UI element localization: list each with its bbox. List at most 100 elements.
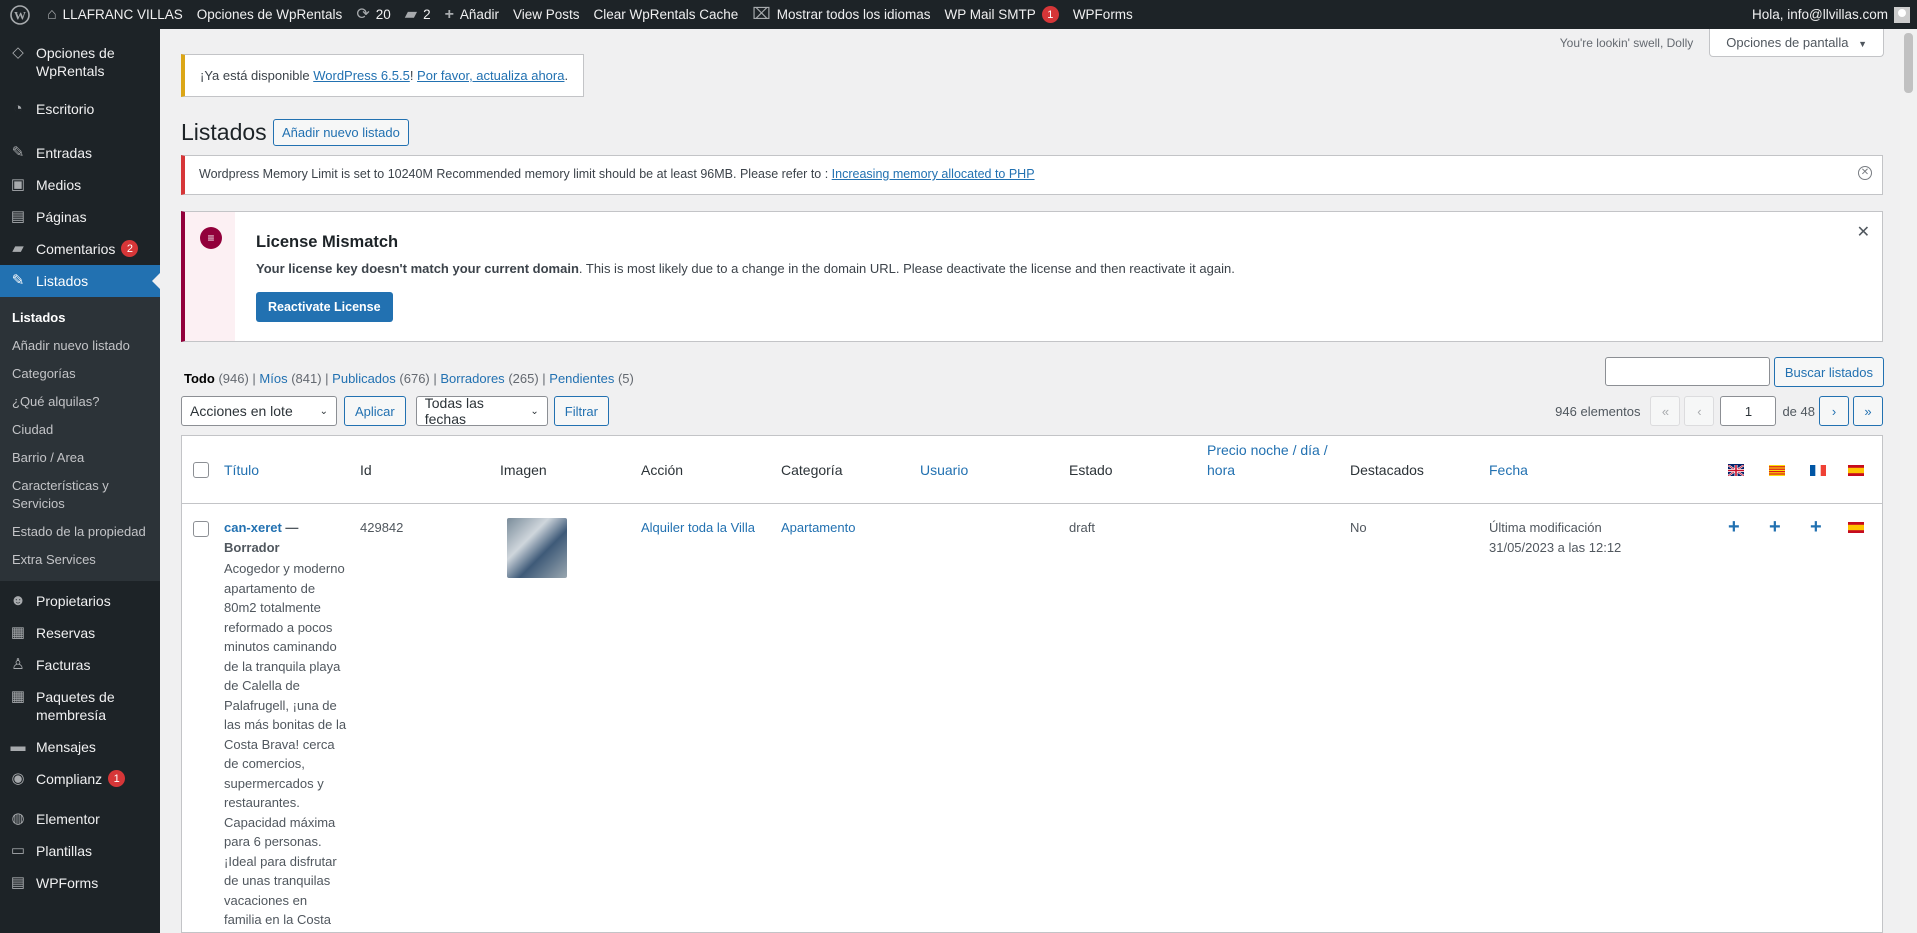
col-user[interactable]: Usuario xyxy=(920,460,968,480)
listing-id: 429842 xyxy=(360,520,404,535)
flag-ca-icon xyxy=(1769,464,1785,476)
screen-options-button[interactable]: Opciones de pantalla ▼ xyxy=(1709,29,1884,57)
menu-packages[interactable]: ▦ Paquetes de membresía xyxy=(0,681,160,731)
memory-link[interactable]: Increasing memory allocated to PHP xyxy=(832,167,1035,181)
bulk-actions-select[interactable]: Acciones en lote ⌄ xyxy=(181,396,337,426)
apply-button[interactable]: Aplicar xyxy=(344,396,406,426)
complianz-icon: ◉ xyxy=(11,770,25,787)
table-header: Título Id Imagen Acción Categoría Usuari… xyxy=(182,436,1882,504)
messages-icon: ▬ xyxy=(10,738,26,755)
search-input[interactable] xyxy=(1604,357,1770,386)
submenu-what-rent[interactable]: ¿Qué alquilas? xyxy=(0,388,160,416)
menu-invoices[interactable]: ♙ Facturas xyxy=(0,649,160,681)
filter-mine[interactable]: Míos xyxy=(259,371,287,386)
listing-description: Acogedor y moderno apartamento de 80m2 t… xyxy=(224,561,347,927)
select-all-checkbox[interactable] xyxy=(193,462,209,478)
flag-en-icon xyxy=(1727,464,1745,477)
view-posts-link[interactable]: View Posts xyxy=(506,0,587,29)
languages-menu[interactable]: ⌧ Mostrar todos los idiomas xyxy=(745,0,937,29)
last-page-button[interactable]: » xyxy=(1853,396,1883,426)
col-id: Id xyxy=(360,462,372,478)
menu-pages[interactable]: ▤ Páginas xyxy=(0,201,160,233)
submenu-features[interactable]: Características y Servicios xyxy=(0,472,160,518)
add-translation-fr-icon[interactable]: + xyxy=(1810,517,1822,537)
submenu-property-status[interactable]: Estado de la propiedad xyxy=(0,518,160,546)
folder-icon: ▭ xyxy=(10,842,26,859)
menu-comments[interactable]: ▰ Comentarios 2 xyxy=(0,233,160,265)
menu-messages[interactable]: ▬ Mensajes xyxy=(0,731,160,763)
submenu-city[interactable]: Ciudad xyxy=(0,416,160,444)
listing-title-link[interactable]: can-xeret xyxy=(224,520,282,535)
add-new-listing-button[interactable]: Añadir nuevo listado xyxy=(273,119,409,146)
menu-bookings[interactable]: ▦ Reservas xyxy=(0,617,160,649)
menu-media[interactable]: ▣ Medios xyxy=(0,169,160,201)
add-translation-en-icon[interactable]: + xyxy=(1728,517,1740,537)
add-translation-ca-icon[interactable]: + xyxy=(1769,517,1781,537)
updates-menu[interactable]: ⟳ 20 xyxy=(349,0,397,29)
account-menu[interactable]: Hola, info@llvillas.com xyxy=(1745,0,1917,29)
media-icon: ▣ xyxy=(10,176,26,193)
row-checkbox[interactable] xyxy=(193,521,209,537)
listing-featured: No xyxy=(1350,520,1367,535)
site-name-menu[interactable]: ⌂ LLAFRANC VILLAS xyxy=(40,0,190,29)
listing-thumbnail[interactable] xyxy=(507,518,567,578)
menu-templates[interactable]: ▭ Plantillas xyxy=(0,835,160,867)
submenu-add-new[interactable]: Añadir nuevo listado xyxy=(0,332,160,360)
dismiss-icon[interactable]: ✕ xyxy=(1858,166,1872,180)
menu-owners[interactable]: ☻ Propietarios xyxy=(0,585,160,617)
submenu-extra-services[interactable]: Extra Services xyxy=(0,546,160,574)
pages-icon: ▤ xyxy=(10,208,26,225)
updates-icon: ⟳ xyxy=(356,5,370,23)
menu-posts[interactable]: ✎ Entradas xyxy=(0,137,160,169)
reactivate-license-button[interactable]: Reactivate License xyxy=(256,292,393,322)
col-date[interactable]: Fecha xyxy=(1489,460,1528,480)
close-icon[interactable]: ✕ xyxy=(1857,222,1870,242)
update-notice: ¡Ya está disponible WordPress 6.5.5! Por… xyxy=(181,54,585,97)
add-new-menu[interactable]: + Añadir xyxy=(438,0,506,29)
license-title: License Mismatch xyxy=(256,233,399,251)
search-box: Buscar listados xyxy=(1604,357,1884,387)
submenu-listings[interactable]: Listados xyxy=(0,304,160,332)
listing-category-link[interactable]: Apartamento xyxy=(781,518,855,538)
main-content: You're lookin' swell, Dolly Opciones de … xyxy=(160,29,1917,933)
license-notice: ≡ License Mismatch Your license key does… xyxy=(181,211,1883,342)
submenu-area[interactable]: Barrio / Area xyxy=(0,444,160,472)
listing-action-link[interactable]: Alquiler toda la Villa xyxy=(641,518,755,538)
current-page-input[interactable]: 1 xyxy=(1720,396,1777,426)
filter-pending[interactable]: Pendientes xyxy=(549,371,614,386)
wordpress-logo-icon[interactable]: W xyxy=(0,0,40,29)
filter-button[interactable]: Filtrar xyxy=(553,396,609,426)
submenu-categories[interactable]: Categorías xyxy=(0,360,160,388)
col-action: Acción xyxy=(641,462,684,478)
col-title[interactable]: Título xyxy=(224,460,259,480)
menu-dashboard[interactable]: ◔ Escritorio xyxy=(0,93,160,125)
wordpress-version-link[interactable]: WordPress 6.5.5 xyxy=(313,68,410,83)
calendar-icon: ▦ xyxy=(10,624,26,641)
admin-bar: W ⌂ LLAFRANC VILLAS Opciones de WpRentals… xyxy=(0,0,1917,29)
filter-published[interactable]: Publicados xyxy=(332,371,396,386)
update-now-link[interactable]: Por favor, actualiza ahora xyxy=(417,68,564,83)
wpforms-menu[interactable]: WPForms xyxy=(1066,0,1140,29)
menu-wprentals-options[interactable]: ◇ Opciones de WpRentals xyxy=(0,37,160,87)
next-page-button[interactable]: › xyxy=(1819,396,1849,426)
menu-listings[interactable]: ✎ Listados xyxy=(0,265,160,297)
license-message: Your license key doesn't match your curr… xyxy=(256,261,1235,276)
page-scrollbar[interactable] xyxy=(1900,29,1917,933)
wp-mail-smtp-menu[interactable]: WP Mail SMTP 1 xyxy=(938,0,1066,29)
filter-all[interactable]: Todo xyxy=(184,371,215,386)
translate-icon: ⌧ xyxy=(752,5,771,23)
col-price[interactable]: Precio noche / día / hora xyxy=(1207,440,1337,480)
menu-elementor[interactable]: ◍ Elementor xyxy=(0,803,160,835)
search-listings-button[interactable]: Buscar listados xyxy=(1773,357,1884,387)
dates-select[interactable]: Todas las fechas ⌄ xyxy=(415,395,548,427)
scrollbar-thumb[interactable] xyxy=(1904,33,1913,93)
wprentals-options-menu[interactable]: Opciones de WpRentals xyxy=(190,0,350,29)
users-icon: ☻ xyxy=(10,592,26,609)
clear-cache-link[interactable]: Clear WpRentals Cache xyxy=(586,0,745,29)
flag-es-icon[interactable] xyxy=(1848,521,1864,533)
menu-wpforms[interactable]: ▤ WPForms xyxy=(0,867,160,899)
comments-menu[interactable]: ▰ 2 xyxy=(398,0,438,29)
comments-badge: 2 xyxy=(121,240,139,257)
menu-complianz[interactable]: ◉ Complianz 1 xyxy=(0,763,160,795)
filter-drafts[interactable]: Borradores xyxy=(440,371,504,386)
